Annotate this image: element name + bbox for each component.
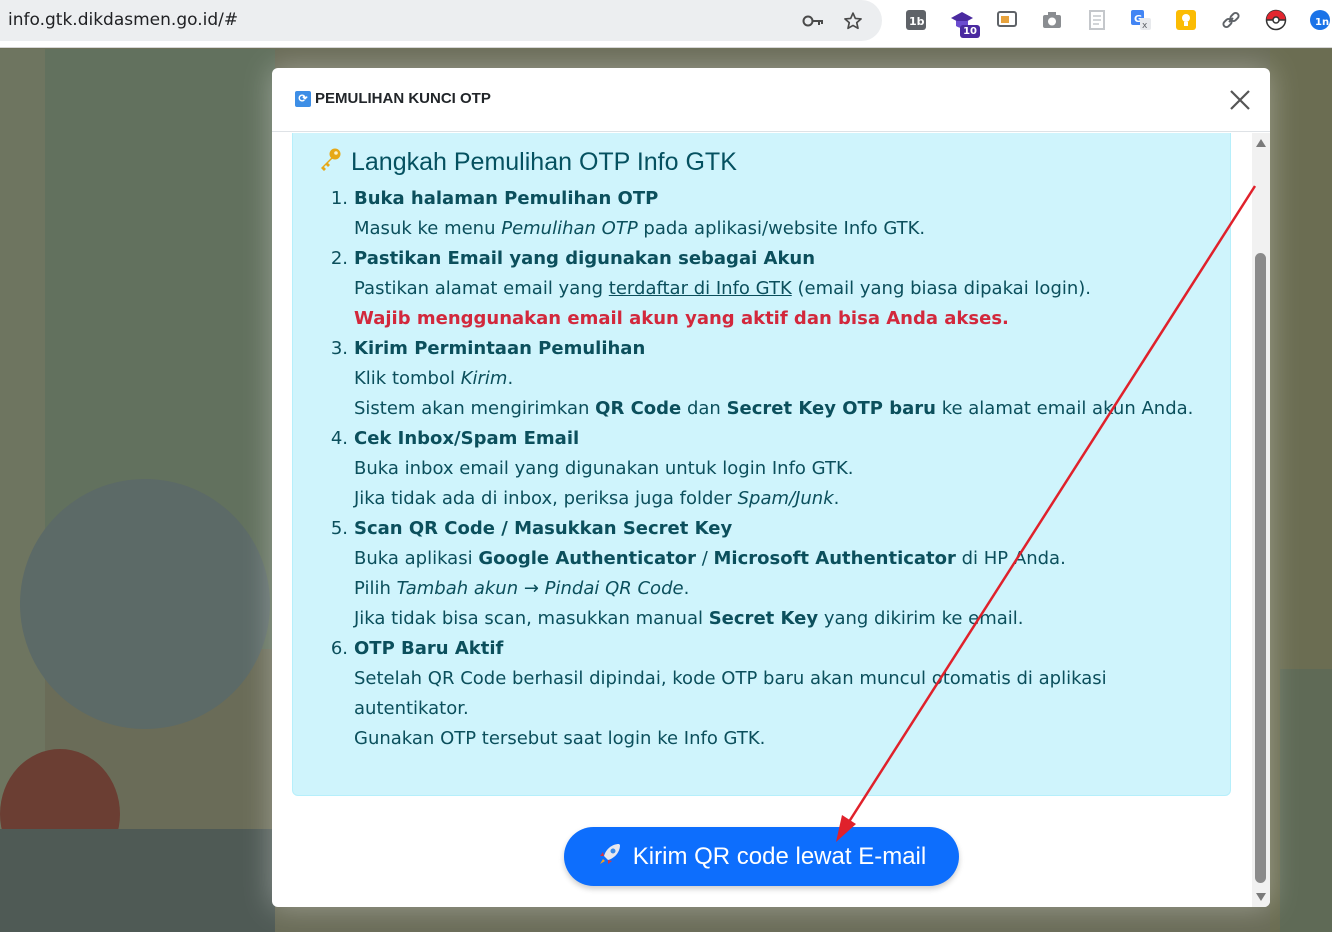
list-item: 6. OTP Baru Aktif Setelah QR Code berhas…: [330, 634, 1210, 754]
send-button-label[interactable]: Kirim QR code lewat E-mail: [633, 843, 926, 871]
step-number: 1.: [330, 188, 348, 209]
step-number: 5.: [330, 518, 348, 539]
key-icon: [317, 146, 343, 178]
key-icon[interactable]: [801, 9, 825, 33]
browser-toolbar: info.gtk.dikdasmen.go.id/# 1b 10 Gx 1n: [0, 0, 1332, 48]
warning-text: Wajib menggunakan email akun yang aktif …: [354, 308, 1009, 329]
modal-title: ⟳ PEMULIHAN KUNCI OTP: [295, 90, 491, 107]
star-icon[interactable]: [841, 9, 865, 33]
step-title: OTP Baru Aktif: [354, 638, 504, 659]
pokeball-icon[interactable]: [1264, 8, 1288, 32]
scroll-down-icon[interactable]: [1256, 893, 1266, 901]
svg-text:1b: 1b: [909, 15, 925, 28]
step-title: Cek Inbox/Spam Email: [354, 428, 580, 449]
translate-icon[interactable]: Gx: [1129, 8, 1153, 32]
refresh-icon: ⟳: [295, 90, 311, 107]
list-item: 5. Scan QR Code / Masukkan Secret Key Bu…: [330, 514, 1210, 634]
background-globe: [20, 479, 270, 729]
step-text: Gunakan OTP tersebut saat login ke Info …: [354, 728, 766, 749]
step-title: Kirim Permintaan Pemulihan: [354, 338, 646, 359]
list-item: 3. Kirim Permintaan Pemulihan Klik tombo…: [330, 334, 1210, 424]
modal-title-text: PEMULIHAN KUNCI OTP: [315, 90, 491, 107]
rocket-icon: [597, 841, 623, 873]
step-number: 2.: [330, 248, 348, 269]
step-text: Masuk ke menu Pemulihan OTP pada aplikas…: [354, 218, 926, 239]
background-books: [0, 829, 275, 932]
step-number: 3.: [330, 338, 348, 359]
step-title: Scan QR Code / Masukkan Secret Key: [354, 518, 733, 539]
step-text: Pastikan alamat email yang terdaftar di …: [354, 278, 1092, 299]
scroll-up-icon[interactable]: [1256, 139, 1266, 147]
step-text: Buka aplikasi Google Authenticator / Mic…: [354, 548, 1066, 569]
step-title: Buka halaman Pemulihan OTP: [354, 188, 659, 209]
notes-icon[interactable]: [1174, 8, 1198, 32]
info-alert-card: Langkah Pemulihan OTP Info GTK 1. Buka h…: [292, 133, 1231, 796]
step-text: Sistem akan mengirimkan QR Code dan Secr…: [354, 398, 1194, 419]
profile-icon[interactable]: 1n: [1308, 8, 1332, 32]
otp-recovery-modal: ⟳ PEMULIHAN KUNCI OTP Langkah Pemulihan …: [272, 68, 1270, 907]
svg-text:x: x: [1142, 21, 1148, 31]
list-item: 1. Buka halaman Pemulihan OTP Masuk ke m…: [330, 184, 1210, 244]
graduation-cap-extension-icon[interactable]: 10: [950, 8, 980, 38]
steps-list: 1. Buka halaman Pemulihan OTP Masuk ke m…: [330, 184, 1210, 754]
step-text: Setelah QR Code berhasil dipindai, kode …: [354, 668, 1107, 719]
link-icon[interactable]: [1219, 8, 1243, 32]
svg-text:1n: 1n: [1315, 17, 1329, 28]
step-text: Jika tidak ada di inbox, periksa juga fo…: [354, 488, 840, 509]
list-item: 2. Pastikan Email yang digunakan sebagai…: [330, 244, 1210, 334]
scrollbar-thumb[interactable]: [1255, 253, 1266, 883]
background-pencils: [1280, 669, 1332, 932]
camera-icon[interactable]: [1040, 8, 1064, 32]
extension-badge: 10: [960, 25, 980, 38]
cast-icon[interactable]: [995, 8, 1019, 32]
card-heading-text: Langkah Pemulihan OTP Info GTK: [351, 147, 737, 176]
step-number: 6.: [330, 638, 348, 659]
list-item: 4. Cek Inbox/Spam Email Buka inbox email…: [330, 424, 1210, 514]
step-text: Jika tidak bisa scan, masukkan manual Se…: [354, 608, 1024, 629]
step-text: Buka inbox email yang digunakan untuk lo…: [354, 458, 854, 479]
step-title: Pastikan Email yang digunakan sebagai Ak…: [354, 248, 816, 269]
step-number: 4.: [330, 428, 348, 449]
modal-header: ⟳ PEMULIHAN KUNCI OTP: [272, 68, 1270, 132]
step-text: Klik tombol Kirim.: [354, 368, 514, 389]
reader-icon[interactable]: [1085, 8, 1109, 32]
address-bar[interactable]: info.gtk.dikdasmen.go.id/#: [0, 0, 882, 41]
modal-body[interactable]: Langkah Pemulihan OTP Info GTK 1. Buka h…: [272, 133, 1270, 907]
extension-1b-icon[interactable]: 1b: [904, 8, 928, 32]
send-qr-email-button[interactable]: Kirim QR code lewat E-mail: [564, 827, 959, 886]
close-button[interactable]: [1224, 86, 1256, 116]
step-text: Pilih Tambah akun → Pindai QR Code.: [354, 578, 690, 599]
modal-scrollbar[interactable]: [1252, 133, 1270, 907]
card-heading: Langkah Pemulihan OTP Info GTK: [317, 146, 737, 178]
close-icon[interactable]: [1224, 86, 1256, 116]
url-text[interactable]: info.gtk.dikdasmen.go.id/#: [8, 10, 238, 30]
